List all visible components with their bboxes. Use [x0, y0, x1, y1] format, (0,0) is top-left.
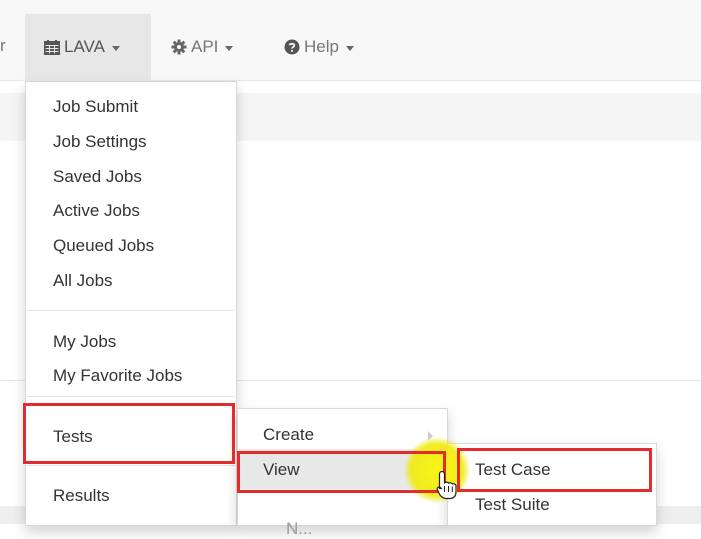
question-circle-icon	[284, 39, 300, 55]
gear-icon	[171, 39, 187, 55]
menu-item-results[interactable]: Results	[53, 486, 110, 506]
menu-item-job-submit[interactable]: Job Submit	[53, 97, 138, 117]
submenu-item-truncated[interactable]: N...	[286, 519, 312, 539]
highlight-box-tests	[23, 403, 235, 464]
nav-lava-label: LAVA	[64, 37, 105, 56]
menu-divider	[27, 465, 235, 466]
menu-item-my-jobs[interactable]: My Jobs	[53, 332, 116, 352]
nav-item-truncated[interactable]: r	[0, 36, 6, 56]
nav-lava-dropdown[interactable]: LAVA	[25, 14, 151, 80]
highlight-box-test-case	[457, 448, 652, 492]
menu-divider	[27, 396, 235, 397]
menu-item-my-favorite-jobs[interactable]: My Favorite Jobs	[53, 366, 182, 386]
submenu-item-test-suite[interactable]: Test Suite	[475, 495, 550, 515]
menu-divider	[27, 310, 235, 311]
menu-item-active-jobs[interactable]: Active Jobs	[53, 201, 140, 221]
nav-help-label: Help	[304, 37, 339, 56]
nav-help-dropdown[interactable]: Help	[284, 14, 354, 80]
highlight-box-view	[237, 451, 446, 493]
submenu-item-create[interactable]: Create	[263, 425, 314, 445]
menu-item-saved-jobs[interactable]: Saved Jobs	[53, 167, 142, 187]
chevron-down-icon	[111, 45, 120, 51]
nav-api-label: API	[191, 37, 219, 56]
calendar-icon	[44, 39, 60, 55]
menu-item-job-settings[interactable]: Job Settings	[53, 132, 147, 152]
menu-item-queued-jobs[interactable]: Queued Jobs	[53, 236, 154, 256]
nav-api-dropdown[interactable]: API	[171, 14, 234, 80]
navbar: r LAVA API Help	[0, 0, 701, 81]
chevron-down-icon	[345, 45, 354, 51]
hand-cursor-icon	[436, 470, 458, 505]
menu-item-all-jobs[interactable]: All Jobs	[53, 271, 113, 291]
chevron-down-icon	[225, 45, 234, 51]
